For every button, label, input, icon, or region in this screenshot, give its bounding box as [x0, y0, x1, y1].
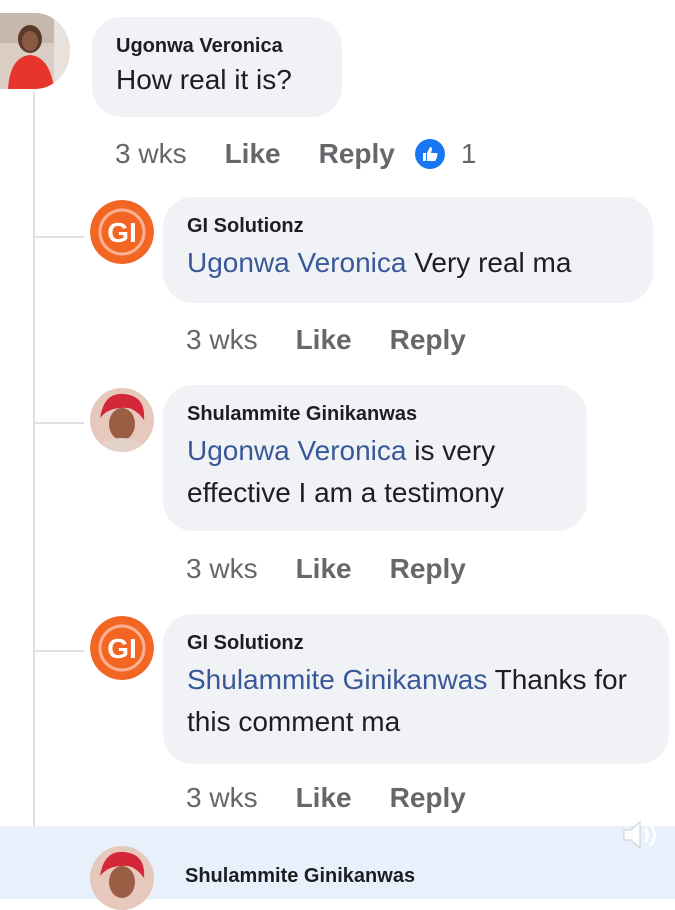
reply-text: Shulammite Ginikanwas Thanks for this co…	[187, 659, 645, 743]
comment-author[interactable]: Ugonwa Veronica	[116, 34, 318, 58]
reply-author[interactable]: Shulammite Ginikanwas	[185, 864, 415, 888]
svg-text:GI: GI	[107, 633, 137, 664]
reply-timestamp[interactable]: 3 wks	[186, 781, 258, 815]
reaction-count[interactable]: 1	[461, 137, 477, 171]
like-button[interactable]: Like	[296, 323, 352, 357]
reply-bubble: Shulammite Ginikanwas Ugonwa Veronica is…	[163, 385, 587, 531]
speaker-icon[interactable]	[620, 818, 660, 857]
reply-actions: 3 wks Like Reply	[186, 323, 504, 357]
mention-link[interactable]: Ugonwa Veronica	[187, 247, 406, 278]
comment-body: How real it is?	[116, 64, 292, 95]
mention-link[interactable]: Ugonwa Veronica	[187, 435, 406, 466]
reply-button[interactable]: Reply	[319, 137, 395, 171]
reply-bubble: GI Solutionz Shulammite Ginikanwas Thank…	[163, 614, 669, 764]
like-button[interactable]: Like	[296, 781, 352, 815]
reply-timestamp[interactable]: 3 wks	[186, 323, 258, 357]
reply-body: Very real ma	[406, 247, 572, 278]
comment-bubble: Ugonwa Veronica How real it is?	[92, 17, 342, 117]
thread-branch	[34, 422, 84, 424]
svg-text:GI: GI	[107, 217, 137, 248]
avatar-ugonwa-veronica[interactable]	[0, 13, 70, 89]
reply-author[interactable]: Shulammite Ginikanwas	[187, 402, 563, 426]
avatar-shulammite-ginikanwas[interactable]	[90, 846, 154, 910]
reply-bubble: GI Solutionz Ugonwa Veronica Very real m…	[163, 197, 653, 303]
like-button[interactable]: Like	[225, 137, 281, 171]
thread-branch	[34, 236, 84, 238]
reply-author[interactable]: GI Solutionz	[187, 214, 629, 238]
comment-actions: 3 wks Like Reply 1	[115, 137, 476, 171]
reply-button[interactable]: Reply	[390, 323, 466, 357]
reply-button[interactable]: Reply	[390, 781, 466, 815]
thread-line	[33, 92, 35, 832]
reply-button[interactable]: Reply	[390, 552, 466, 586]
mention-link[interactable]: Shulammite Ginikanwas	[187, 664, 487, 695]
like-button[interactable]: Like	[296, 552, 352, 586]
reply-text: Ugonwa Veronica Very real ma	[187, 242, 629, 284]
avatar-gi-solutionz[interactable]: GI	[90, 200, 154, 264]
reply-timestamp[interactable]: 3 wks	[186, 552, 258, 586]
reply-author[interactable]: GI Solutionz	[187, 631, 645, 655]
reply-actions: 3 wks Like Reply	[186, 781, 504, 815]
thread-branch	[34, 650, 84, 652]
avatar-shulammite-ginikanwas[interactable]	[90, 388, 154, 452]
reply-text: Ugonwa Veronica is very effective I am a…	[187, 430, 563, 514]
comment-timestamp[interactable]: 3 wks	[115, 137, 187, 171]
reply-actions: 3 wks Like Reply	[186, 552, 504, 586]
comment-text: How real it is?	[116, 62, 318, 98]
avatar-gi-solutionz[interactable]: GI	[90, 616, 154, 680]
thumbs-up-icon[interactable]	[414, 139, 445, 169]
